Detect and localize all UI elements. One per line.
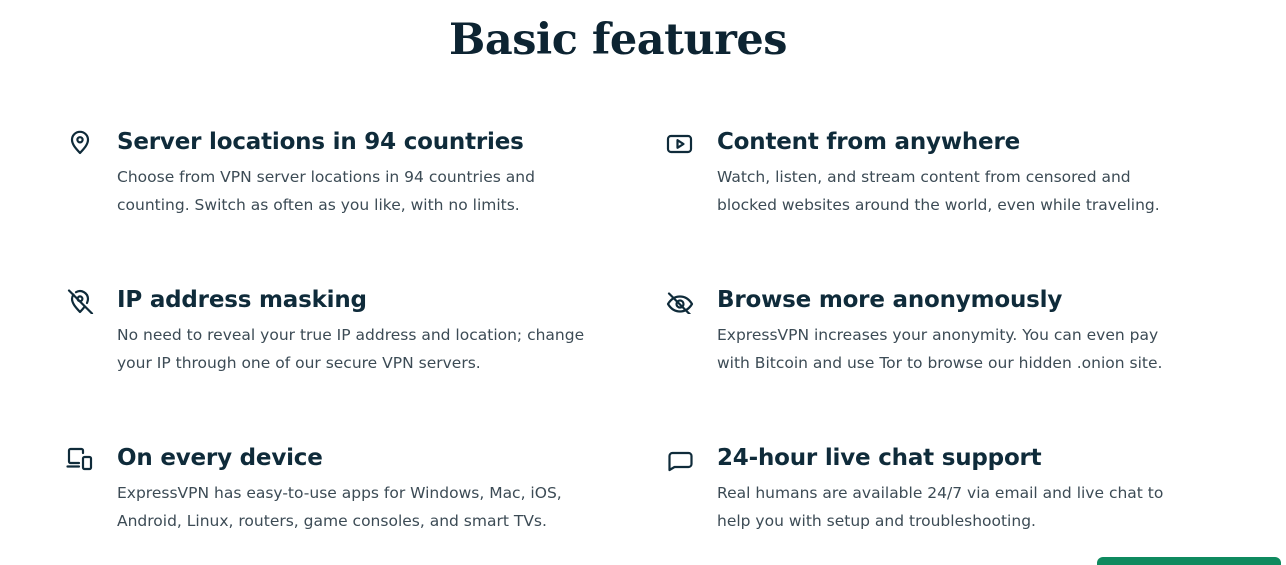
feature-title: 24-hour live chat support	[717, 445, 1042, 471]
feature-description: Real humans are available 24/7 via email…	[717, 484, 1164, 530]
devices-icon	[66, 444, 94, 472]
floating-cta-button[interactable]	[1097, 557, 1281, 565]
feature-description: No need to reveal your true IP address a…	[117, 326, 585, 372]
chat-bubble-icon	[666, 444, 694, 472]
feature-description: Choose from VPN server locations in 94 c…	[117, 168, 535, 214]
feature-title: Content from anywhere	[717, 129, 1020, 155]
location-pin-icon	[66, 128, 94, 156]
feature-description: Watch, listen, and stream content from c…	[717, 168, 1160, 214]
feature-description: ExpressVPN has easy-to-use apps for Wind…	[117, 484, 562, 530]
feature-title: IP address masking	[117, 287, 367, 313]
eye-off-icon	[666, 286, 694, 314]
feature-description: ExpressVPN increases your anonymity. You…	[717, 326, 1163, 372]
feature-title: Browse more anonymously	[717, 287, 1063, 313]
location-off-icon	[66, 286, 94, 314]
feature-title: On every device	[117, 445, 323, 471]
feature-title: Server locations in 94 countries	[117, 129, 524, 155]
play-video-icon	[666, 128, 694, 156]
page-title: Basic features	[449, 15, 787, 65]
